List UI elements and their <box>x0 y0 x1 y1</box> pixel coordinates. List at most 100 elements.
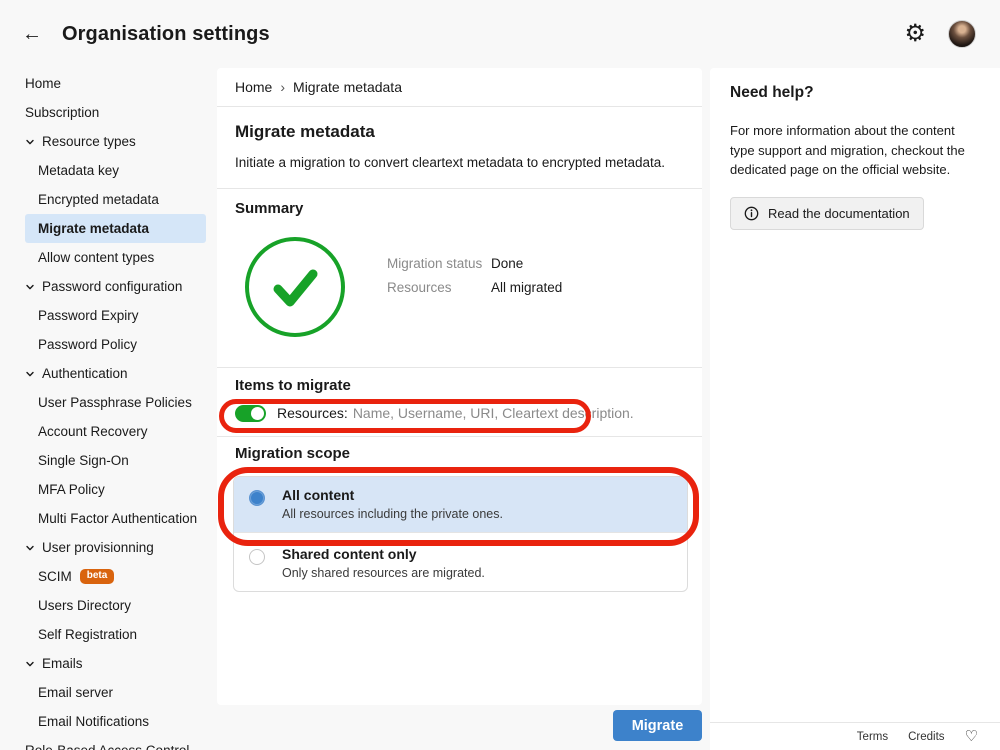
sidebar-item-account-recovery[interactable]: Account Recovery <box>25 417 206 446</box>
sidebar-item-label: Subscription <box>25 105 100 120</box>
sidebar-item-user-provisionning[interactable]: User provisionning <box>25 533 206 562</box>
status-row-migration-status: Migration status Done <box>387 256 562 271</box>
sidebar-item-label: SCIM <box>38 569 72 584</box>
sidebar-item-label: Emails <box>42 656 83 671</box>
migration-scope-section: Migration scope All content All resources… <box>217 437 702 592</box>
sidebar-item-label: User Passphrase Policies <box>38 395 192 410</box>
sidebar-item-subscription[interactable]: Subscription <box>25 98 206 127</box>
items-to-migrate-section: Items to migrate Resources: Name, Userna… <box>217 368 702 437</box>
sidebar-item-users-directory[interactable]: Users Directory <box>25 591 206 620</box>
app-header: ← Organisation settings ⚙ <box>0 0 1000 68</box>
section-title: Migrate metadata <box>235 122 375 141</box>
sidebar-item-migrate-metadata[interactable]: Migrate metadata <box>25 214 206 243</box>
sidebar-item-authentication[interactable]: Authentication <box>25 359 206 388</box>
status-value: All migrated <box>491 280 563 295</box>
scope-option-all-content[interactable]: All content All resources including the p… <box>234 477 687 532</box>
breadcrumb-item-migrate-metadata: Migrate metadata <box>293 79 402 95</box>
status-value: Done <box>491 256 524 271</box>
sidebar-item-multi-factor-authentication[interactable]: Multi Factor Authentication <box>25 504 206 533</box>
sidebar-item-resource-types[interactable]: Resource types <box>25 127 206 156</box>
footer-link-credits[interactable]: Credits <box>908 731 944 743</box>
footer-link-terms[interactable]: Terms <box>857 731 888 743</box>
sidebar-item-label: Email Notifications <box>38 714 150 729</box>
sidebar-item-password-configuration[interactable]: Password configuration <box>25 272 206 301</box>
migrate-button[interactable]: Migrate <box>613 710 702 741</box>
sidebar-item-label: Encrypted metadata <box>38 192 159 207</box>
breadcrumb-separator: › <box>280 79 286 95</box>
sidebar-item-label: Password configuration <box>42 279 183 294</box>
sidebar-item-label: MFA Policy <box>38 482 105 497</box>
back-arrow-icon[interactable]: ← <box>22 24 42 44</box>
panel-footer: Terms Credits ♡ <box>710 722 1000 750</box>
summary-section: Summary Migration status Done Resources All… <box>217 189 702 368</box>
sidebar-item-label: Account Recovery <box>38 424 148 439</box>
scope-option-description: Only shared resources are migrated. <box>282 566 485 580</box>
section-description: Initiate a migration to convert cleartex… <box>235 155 665 170</box>
help-panel: Need help? For more information about th… <box>710 68 1000 750</box>
gear-icon[interactable]: ⚙ <box>904 22 926 46</box>
help-heading: Need help? <box>730 84 814 101</box>
breadcrumb-item-home[interactable]: Home <box>235 79 272 95</box>
sidebar-item-metadata-key[interactable]: Metadata key <box>25 156 206 185</box>
sidebar-item-home[interactable]: Home <box>25 69 206 98</box>
sidebar-item-allow-content-types[interactable]: Allow content types <box>25 243 206 272</box>
settings-sidebar: Home Subscription Resource types Metadata k… <box>0 68 217 750</box>
sidebar-item-label: Password Expiry <box>38 308 139 323</box>
summary-heading: Summary <box>235 200 304 217</box>
sidebar-item-password-policy[interactable]: Password Policy <box>25 330 206 359</box>
sidebar-item-label: Metadata key <box>38 163 120 178</box>
sidebar-item-mfa-policy[interactable]: MFA Policy <box>25 475 206 504</box>
read-documentation-button[interactable]: Read the documentation <box>730 196 924 230</box>
sidebar-item-self-registration[interactable]: Self Registration <box>25 620 206 649</box>
chevron-down-icon <box>25 282 35 292</box>
toggle-label: Resources: <box>277 405 348 421</box>
avatar[interactable] <box>948 20 976 48</box>
sidebar-item-label: Authentication <box>42 366 128 381</box>
sidebar-item-label: Multi Factor Authentication <box>38 511 198 526</box>
sidebar-item-label: Home <box>25 76 62 91</box>
sidebar-item-email-server[interactable]: Email server <box>25 678 206 707</box>
sidebar-item-label: Allow content types <box>38 250 155 265</box>
sidebar-item-label: Single Sign-On <box>38 453 129 468</box>
heart-icon[interactable]: ♡ <box>965 729 978 744</box>
success-check-icon <box>245 237 345 337</box>
status-row-resources: Resources All migrated <box>387 280 562 295</box>
sidebar-item-role-based-access-control[interactable]: Role-Based Access Control <box>25 736 206 750</box>
sidebar-item-password-expiry[interactable]: Password Expiry <box>25 301 206 330</box>
migration-scope-heading: Migration scope <box>235 445 351 462</box>
status-label: Resources <box>387 280 452 295</box>
chevron-down-icon <box>25 659 35 669</box>
sidebar-item-scim[interactable]: SCIM beta <box>25 562 206 591</box>
sidebar-item-label: Role-Based Access Control <box>25 743 189 750</box>
resources-toggle[interactable] <box>235 404 266 422</box>
breadcrumb: Home › Migrate metadata <box>217 68 702 107</box>
sidebar-item-label: User provisionning <box>42 540 154 555</box>
scope-option-description: All resources including the private ones… <box>282 507 503 521</box>
radio-selected-icon[interactable] <box>249 490 265 506</box>
resources-toggle-row: Resources: Name, Username, URI, Cleartex… <box>235 403 684 423</box>
sidebar-item-encrypted-metadata[interactable]: Encrypted metadata <box>25 185 206 214</box>
sidebar-item-emails[interactable]: Emails <box>25 649 206 678</box>
beta-badge: beta <box>79 569 115 584</box>
main-panel: Home › Migrate metadata Migrate metadata I… <box>217 68 702 705</box>
sidebar-item-label: Users Directory <box>38 598 132 613</box>
sidebar-item-email-notifications[interactable]: Email Notifications <box>25 707 206 736</box>
page-header-section: Migrate metadata Initiate a migration to… <box>217 107 702 189</box>
info-icon <box>744 206 759 220</box>
chevron-down-icon <box>25 369 35 379</box>
sidebar-item-label: Email server <box>38 685 114 700</box>
help-text: For more information about the content t… <box>730 123 965 177</box>
sidebar-item-label: Migrate metadata <box>38 221 150 236</box>
scope-option-shared-content-only[interactable]: Shared content only Only shared resources… <box>234 532 687 591</box>
sidebar-item-single-sign-on[interactable]: Single Sign-On <box>25 446 206 475</box>
migration-status-list: Migration status Done Resources All migrate… <box>387 256 562 304</box>
scope-option-title: Shared content only <box>282 546 417 562</box>
status-label: Migration status <box>387 256 483 271</box>
sidebar-item-user-passphrase-policies[interactable]: User Passphrase Policies <box>25 388 206 417</box>
items-to-migrate-heading: Items to migrate <box>235 377 351 394</box>
header-actions: ⚙ <box>904 20 976 48</box>
chevron-down-icon <box>25 137 35 147</box>
sidebar-item-label: Self Registration <box>38 627 138 642</box>
chevron-down-icon <box>25 543 35 553</box>
radio-unselected-icon[interactable] <box>249 549 265 565</box>
